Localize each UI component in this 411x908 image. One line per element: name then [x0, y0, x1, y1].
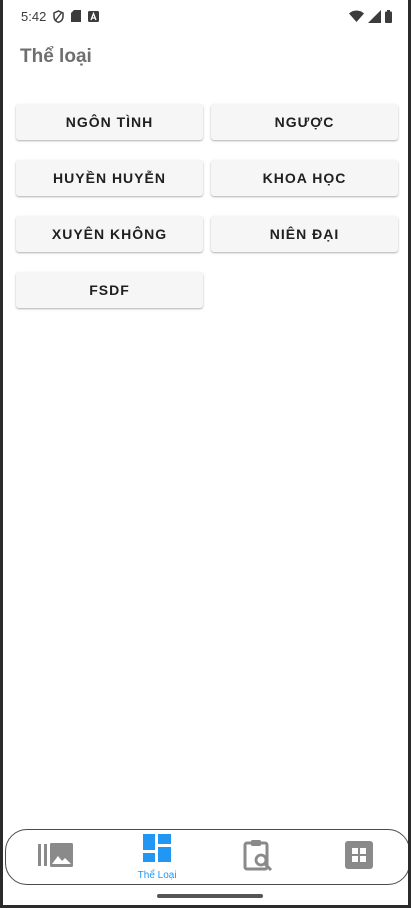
genre-button-fsdf[interactable]: FSDF — [16, 272, 203, 308]
app-screen: 5:42 Thể loại NGÔN TÌNH NGƯỢC HUYỀN HUYỄ… — [3, 0, 408, 905]
battery-icon — [385, 9, 392, 23]
page-title: Thể loại — [20, 46, 92, 67]
status-time: 5:42 — [21, 8, 47, 24]
status-bar: 5:42 — [3, 0, 408, 32]
genre-button-xuyen-khong[interactable]: XUYÊN KHÔNG — [16, 216, 203, 252]
nav-item-the-loai[interactable]: Thể Loại — [107, 830, 208, 884]
nav-label-the-loai: Thể Loại — [137, 869, 177, 881]
clipboard-search-icon — [243, 839, 273, 876]
genre-button-nien-dai[interactable]: NIÊN ĐẠI — [211, 216, 398, 252]
font-a-icon — [88, 10, 100, 22]
nav-item-library[interactable] — [6, 830, 107, 884]
shield-icon — [53, 9, 65, 23]
genre-button-khoa-hoc[interactable]: KHOA HỌC — [211, 160, 398, 196]
apps-grid-icon — [344, 840, 373, 874]
bottom-navigation: Thể Loại — [5, 829, 408, 885]
nav-item-apps[interactable] — [308, 830, 408, 884]
genre-button-ngon-tinh[interactable]: NGÔN TÌNH — [16, 104, 203, 140]
home-indicator[interactable] — [157, 894, 263, 898]
genre-button-nguoc[interactable]: NGƯỢC — [211, 104, 398, 140]
sd-card-icon — [71, 10, 82, 22]
nav-item-search[interactable] — [208, 830, 309, 884]
dashboard-icon — [143, 833, 172, 867]
genre-button-huyen-huyen[interactable]: HUYỀN HUYỄN — [16, 160, 203, 196]
genre-grid: NGÔN TÌNH NGƯỢC HUYỀN HUYỄN KHOA HỌC XUY… — [16, 104, 399, 308]
library-icon — [38, 842, 74, 873]
signal-icon — [368, 9, 381, 23]
wifi-icon — [349, 10, 364, 22]
